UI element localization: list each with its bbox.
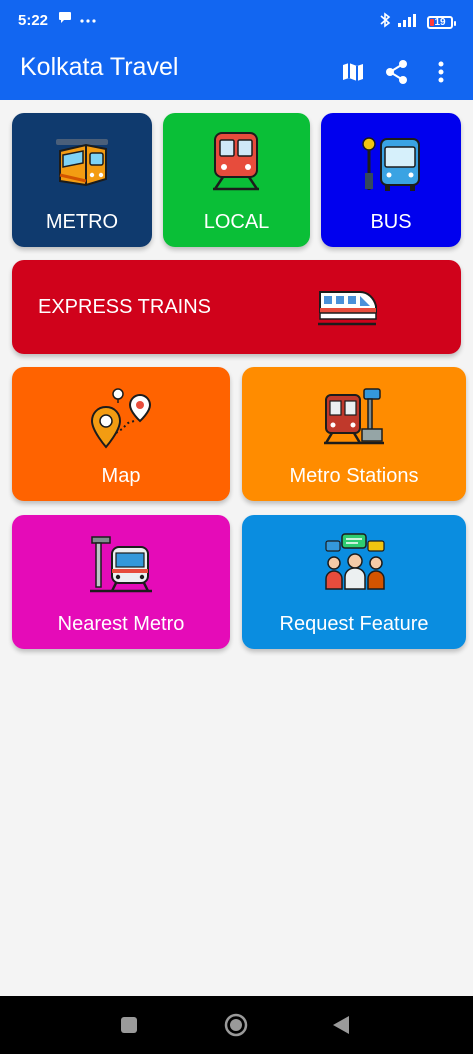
map-icon: [343, 63, 363, 81]
express-trains-label: EXPRESS TRAINS: [38, 296, 212, 318]
bus-stop-icon: [362, 137, 420, 191]
local-train-icon: [213, 132, 259, 191]
feedback-people-icon: [325, 533, 385, 590]
map-label: Map: [101, 465, 141, 487]
bus-label: BUS: [370, 211, 412, 233]
more-vert-icon: [438, 61, 444, 83]
share-button[interactable]: [375, 52, 419, 92]
signal-icon: [398, 13, 420, 32]
metro-label: METRO: [45, 211, 119, 233]
page-title: Kolkata Travel: [20, 53, 179, 81]
overflow-menu-button[interactable]: [419, 52, 463, 92]
local-train-tile[interactable]: LOCAL: [163, 113, 310, 247]
recent-apps-button[interactable]: [120, 1016, 138, 1034]
home-button[interactable]: [224, 1013, 248, 1037]
share-icon: [386, 60, 407, 84]
more-notifications-icon: [80, 11, 96, 29]
status-time: 5:22: [18, 12, 49, 29]
map-button[interactable]: [331, 52, 375, 92]
local-label: LOCAL: [203, 211, 270, 233]
back-button[interactable]: [331, 1014, 351, 1036]
nearest-metro-label: Nearest Metro: [57, 613, 185, 635]
bus-tile[interactable]: BUS: [321, 113, 461, 247]
express-train-icon: [318, 291, 377, 326]
status-bar: 5:22 19: [0, 0, 473, 44]
map-pin-icon: [90, 388, 152, 449]
message-icon: [58, 10, 72, 29]
nearest-metro-tile[interactable]: Nearest Metro: [12, 515, 230, 649]
battery-icon: 19: [427, 16, 456, 29]
express-trains-tile[interactable]: EXPRESS TRAINS: [12, 260, 461, 354]
request-feature-label: Request Feature: [279, 613, 429, 635]
station-icon: [324, 388, 384, 445]
app-bar: Kolkata Travel: [0, 44, 473, 100]
request-feature-tile[interactable]: Request Feature: [242, 515, 466, 649]
metro-train-icon: [56, 139, 108, 187]
metro-tile[interactable]: METRO: [12, 113, 152, 247]
battery-level: 19: [434, 16, 446, 28]
metro-stations-label: Metro Stations: [289, 465, 419, 487]
bluetooth-icon: [379, 12, 391, 33]
system-nav-bar: [0, 996, 473, 1054]
metro-stations-tile[interactable]: Metro Stations: [242, 367, 466, 501]
map-tile[interactable]: Map: [12, 367, 230, 501]
nearest-metro-icon: [90, 536, 152, 593]
